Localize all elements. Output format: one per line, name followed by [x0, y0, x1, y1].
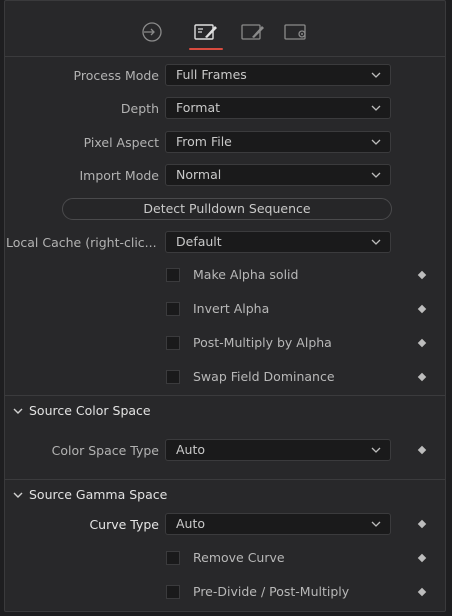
import-mode-dropdown[interactable]: Normal	[165, 164, 391, 186]
curve-type-label: Curve Type	[89, 517, 159, 532]
color-space-type-row: Color Space Type Auto	[5, 439, 445, 463]
chevron-down-icon	[371, 139, 381, 145]
keyframe-diamond-icon[interactable]	[417, 338, 427, 348]
curve-type-dropdown[interactable]: Auto	[165, 513, 391, 535]
import-mode-label: Import Mode	[79, 168, 159, 183]
post-multiply-label: Post-Multiply by Alpha	[193, 335, 332, 350]
color-space-type-value: Auto	[176, 442, 206, 457]
make-alpha-solid-checkbox[interactable]	[166, 268, 180, 282]
pixel-aspect-row: Pixel Aspect From File	[5, 131, 445, 155]
detect-pulldown-row: Detect Pulldown Sequence	[5, 198, 445, 222]
keyframe-diamond-icon[interactable]	[417, 519, 427, 529]
chevron-down-icon	[13, 492, 23, 498]
swap-field-checkbox[interactable]	[166, 370, 180, 384]
process-mode-row: Process Mode Full Frames	[5, 64, 445, 88]
source-gamma-space-title: Source Gamma Space	[29, 487, 168, 502]
import-mode-row: Import Mode Normal	[5, 164, 445, 188]
post-multiply-row: Post-Multiply by Alpha	[5, 332, 445, 356]
tab-edit[interactable]	[238, 19, 268, 45]
keyframe-diamond-icon[interactable]	[417, 587, 427, 597]
source-color-space-header[interactable]: Source Color Space	[5, 395, 445, 426]
import-icon	[142, 22, 162, 42]
invert-alpha-label: Invert Alpha	[193, 301, 270, 316]
pre-divide-label: Pre-Divide / Post-Multiply	[193, 584, 350, 599]
keyframe-diamond-icon[interactable]	[417, 445, 427, 455]
source-gamma-space-header[interactable]: Source Gamma Space	[5, 479, 445, 510]
detect-pulldown-button[interactable]: Detect Pulldown Sequence	[62, 198, 392, 220]
depth-label: Depth	[120, 101, 159, 116]
pre-divide-checkbox[interactable]	[166, 585, 180, 599]
color-space-type-label: Color Space Type	[51, 443, 159, 458]
swap-field-row: Swap Field Dominance	[5, 366, 445, 390]
invert-alpha-row: Invert Alpha	[5, 298, 445, 322]
edit-tab-icon	[241, 24, 264, 40]
process-mode-dropdown[interactable]: Full Frames	[165, 64, 391, 86]
chevron-down-icon	[371, 172, 381, 178]
local-cache-label: Local Cache (right-clic...	[6, 235, 157, 250]
remove-curve-row: Remove Curve	[5, 547, 445, 571]
inspector-panel: Process Mode Full Frames Depth Format Pi…	[4, 0, 446, 612]
chevron-down-icon	[371, 105, 381, 111]
process-mode-value: Full Frames	[176, 67, 247, 82]
remove-curve-label: Remove Curve	[193, 550, 285, 565]
chevron-down-icon	[371, 447, 381, 453]
keyframe-diamond-icon[interactable]	[417, 304, 427, 314]
invert-alpha-checkbox[interactable]	[166, 302, 180, 316]
tab-bar	[5, 1, 445, 57]
local-cache-dropdown[interactable]: Default	[165, 231, 391, 253]
depth-row: Depth Format	[5, 97, 445, 121]
chevron-down-icon	[371, 521, 381, 527]
pre-divide-row: Pre-Divide / Post-Multiply	[5, 581, 445, 605]
pixel-aspect-dropdown[interactable]: From File	[165, 131, 391, 153]
tab-image[interactable]	[191, 19, 221, 45]
pixel-aspect-label: Pixel Aspect	[83, 135, 159, 150]
color-space-type-dropdown[interactable]: Auto	[165, 439, 391, 461]
swap-field-label: Swap Field Dominance	[193, 369, 335, 384]
active-tab-indicator	[189, 48, 223, 50]
curve-type-row: Curve Type Auto	[5, 513, 445, 537]
chevron-down-icon	[13, 408, 23, 414]
remove-curve-checkbox[interactable]	[166, 551, 180, 565]
process-mode-label: Process Mode	[73, 68, 159, 83]
make-alpha-solid-row: Make Alpha solid	[5, 264, 445, 288]
curve-type-value: Auto	[176, 516, 206, 531]
chevron-down-icon	[371, 239, 381, 245]
keyframe-diamond-icon[interactable]	[417, 270, 427, 280]
local-cache-value: Default	[176, 234, 222, 249]
depth-dropdown[interactable]: Format	[165, 97, 391, 119]
image-tab-icon	[194, 24, 217, 40]
import-mode-value: Normal	[176, 167, 222, 182]
tab-import[interactable]	[139, 19, 165, 45]
chevron-down-icon	[371, 72, 381, 78]
source-color-space-title: Source Color Space	[29, 403, 151, 418]
tab-settings[interactable]	[282, 19, 312, 45]
keyframe-diamond-icon[interactable]	[417, 372, 427, 382]
depth-value: Format	[176, 100, 221, 115]
post-multiply-checkbox[interactable]	[166, 336, 180, 350]
local-cache-row: Local Cache (right-clic... Default	[5, 231, 445, 255]
settings-tab-icon	[284, 24, 306, 40]
pixel-aspect-value: From File	[176, 134, 232, 149]
make-alpha-solid-label: Make Alpha solid	[193, 267, 299, 282]
keyframe-diamond-icon[interactable]	[417, 553, 427, 563]
